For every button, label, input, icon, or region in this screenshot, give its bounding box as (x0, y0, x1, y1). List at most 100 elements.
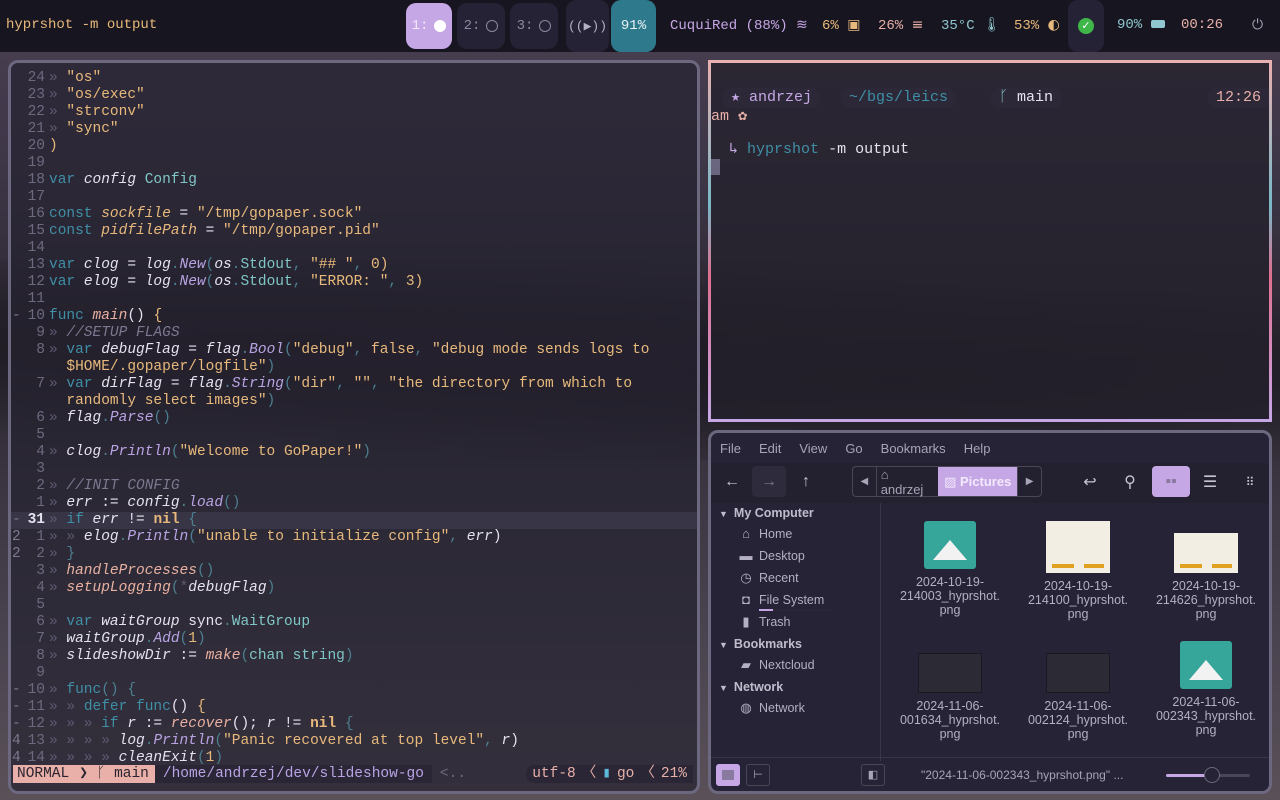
code-buffer[interactable]: 24» "os" 23» "os/exec" 22» "strconv" 21» "s… (11, 70, 697, 767)
toggle-location-button[interactable]: ↩ (1073, 466, 1107, 497)
menu-help[interactable]: Help (955, 441, 1000, 456)
code-line[interactable]: -31» if err != nil { (11, 512, 697, 529)
code-line[interactable]: 14 (11, 240, 697, 257)
sidebar-section-header[interactable]: ▼ Network (719, 680, 783, 694)
sidebar-item-network[interactable]: ◍ Network (739, 701, 805, 716)
power-icon[interactable]: ⏻ (1252, 17, 1263, 33)
code-line[interactable]: 8» var debugFlag = flag.Bool("debug", fa… (11, 342, 697, 359)
sidebar-item-nextcloud[interactable]: ▰ Nextcloud (739, 658, 815, 673)
code-line[interactable]: 5 (11, 427, 697, 444)
code-line[interactable]: 8» slideshowDir := make(chan string) (11, 648, 697, 665)
code-line[interactable]: 15 const pidfilePath = "/tmp/gopaper.pid" (11, 223, 697, 240)
crumb-next-button[interactable]: ▶ (1017, 467, 1041, 496)
file-item[interactable]: 2024-11-06- 002343_hyprshot. png (1146, 641, 1266, 737)
code-line[interactable]: 7» var dirFlag = flag.String("dir", "", … (11, 376, 697, 393)
list-view-button[interactable]: ☰ (1193, 466, 1227, 497)
menu-edit[interactable]: Edit (750, 441, 790, 456)
menu-view[interactable]: View (790, 441, 836, 456)
code-line[interactable]: 24» "os" (11, 70, 697, 87)
code-line[interactable]: -10 func main() { (11, 308, 697, 325)
code-editor-window[interactable]: 24» "os" 23» "os/exec" 22» "strconv" 21» "s… (8, 60, 700, 794)
file-item[interactable]: 2024-10-19- 214003_hyprshot. png (890, 521, 1010, 617)
show-tree-button[interactable]: ⊢ (746, 764, 770, 786)
workspace-2[interactable]: 2: (457, 3, 505, 49)
code-token: waitGroup (101, 614, 189, 630)
code-line[interactable]: 9 (11, 665, 697, 682)
back-button[interactable]: ← (715, 466, 749, 497)
code-line[interactable]: 5 (11, 597, 697, 614)
sidebar-item-trash[interactable]: ▮ Trash (739, 615, 790, 630)
code-token: ) (510, 733, 519, 749)
code-line[interactable]: 21» "sync" (11, 121, 697, 138)
code-line[interactable]: 6» var waitGroup sync.WaitGroup (11, 614, 697, 631)
code-line[interactable]: randomly select images") (11, 393, 697, 410)
code-line[interactable]: 6» flag.Parse() (11, 410, 697, 427)
menu-bookmarks[interactable]: Bookmarks (872, 441, 955, 456)
code-line[interactable]: 7» waitGroup.Add(1) (11, 631, 697, 648)
code-line[interactable]: 3» handleProcesses() (11, 563, 697, 580)
code-line[interactable]: 16 const sockfile = "/tmp/gopaper.sock" (11, 206, 697, 223)
up-button[interactable]: ↑ (789, 466, 823, 497)
sidebar-section-header[interactable]: ▼ Bookmarks (719, 637, 802, 651)
workspace-3[interactable]: 3: (510, 3, 558, 49)
sidebar-section-header[interactable]: ▼ My Computer (719, 506, 814, 520)
workspace-1[interactable]: 1: (406, 3, 452, 49)
sidebar-item-home[interactable]: ⌂ Home (739, 527, 792, 542)
terminal-content[interactable]: ★ andrzej ~/bgs/leics ᚴ main 12:26 am ✿ … (711, 63, 1269, 419)
menu-go[interactable]: Go (836, 441, 871, 456)
crumb-home[interactable]: ⌂ andrzej (877, 467, 938, 497)
code-line[interactable]: 3 (11, 461, 697, 478)
zoom-slider[interactable] (1166, 767, 1250, 783)
code-line[interactable]: 17 (11, 189, 697, 206)
code-line[interactable]: 1» err := config.load() (11, 495, 697, 512)
file-item[interactable]: 2024-11-06- 002124_hyprshot. png (1018, 641, 1138, 741)
file-item[interactable]: 2024-10-19- 214626_hyprshot. png (1146, 521, 1266, 621)
list-icon: ☰ (1202, 473, 1218, 491)
terminal-window[interactable]: ★ andrzej ~/bgs/leics ᚴ main 12:26 am ✿ … (708, 60, 1272, 422)
code-line[interactable]: -10» func() { (11, 682, 697, 699)
sidebar-item-desktop[interactable]: ▬ Desktop (739, 549, 805, 564)
code-line[interactable]: 2» //INIT CONFIG (11, 478, 697, 495)
code-line[interactable]: $HOME/.gopaper/logfile") (11, 359, 697, 376)
code-line[interactable]: 12 var elog = log.New(os.Stdout, "ERROR: … (11, 274, 697, 291)
file-manager-window[interactable]: File Edit View Go Bookmarks Help ← → ↑ ◀… (708, 430, 1272, 794)
volume-indicator[interactable]: 91% (611, 0, 656, 52)
show-places-button[interactable] (716, 764, 740, 786)
crumb-prev-button[interactable]: ◀ (853, 467, 877, 496)
brightness[interactable]: 53% ◐ (1014, 17, 1060, 34)
zoom-slider-handle[interactable] (1204, 767, 1221, 783)
search-button[interactable]: ⚲ (1113, 466, 1147, 497)
code-line[interactable]: -11» » defer func() { (11, 699, 697, 716)
code-line[interactable]: 22» "strconv" (11, 104, 697, 121)
code-line[interactable]: 11 (11, 291, 697, 308)
wifi-status[interactable]: CuquiRed (88%) ≋ (670, 17, 808, 34)
crumb-pictures[interactable]: ▨ Pictures (938, 467, 1018, 496)
code-line[interactable]: 2 1» » elog.Println("unable to initialize… (11, 529, 697, 546)
code-line[interactable]: 4» setupLogging(*debugFlag) (11, 580, 697, 597)
sidebar-item-recent[interactable]: ◷ Recent (739, 571, 798, 586)
code-token: ( (196, 750, 206, 766)
code-line[interactable]: 23» "os/exec" (11, 87, 697, 104)
code-line[interactable]: 19 (11, 155, 697, 172)
file-item[interactable]: 2024-10-19- 214100_hyprshot. png (1018, 521, 1138, 621)
code-token: clog (83, 257, 119, 273)
code-line[interactable]: 4 13» » » » log.Println("Panic recovered … (11, 733, 697, 750)
code-line[interactable]: 18 var config Config (11, 172, 697, 189)
code-line[interactable]: 4» clog.Println("Welcome to GoPaper!") (11, 444, 697, 461)
code-line[interactable]: 9» //SETUP FLAGS (11, 325, 697, 342)
code-line[interactable]: 13 var clog = log.New(os.Stdout, "## ", 0… (11, 257, 697, 274)
toggle-sidebar-button[interactable]: ◧ (861, 764, 885, 786)
file-grid[interactable]: 2024-10-19- 214003_hyprshot. png 2024-10-19… (882, 503, 1269, 761)
menu-file[interactable]: File (711, 441, 750, 456)
forward-button[interactable]: → (752, 466, 786, 497)
line-number: 17 (27, 189, 45, 205)
notification-status[interactable]: ✓ (1068, 0, 1104, 52)
compact-view-button[interactable]: ⠿ (1233, 466, 1267, 497)
file-item[interactable]: 2024-11-06- 001634_hyprshot. png (890, 641, 1010, 741)
media-play-button[interactable]: ((▶)) (566, 0, 609, 52)
code-line[interactable]: -12» » » if r := recover(); r != nil { (11, 716, 697, 733)
icon-view-button[interactable]: ▪▪ (1152, 466, 1190, 497)
code-line[interactable]: 20) (11, 138, 697, 155)
sidebar-item-file-system[interactable]: ◘ File System (739, 593, 824, 608)
code-line[interactable]: 2 2» } (11, 546, 697, 563)
